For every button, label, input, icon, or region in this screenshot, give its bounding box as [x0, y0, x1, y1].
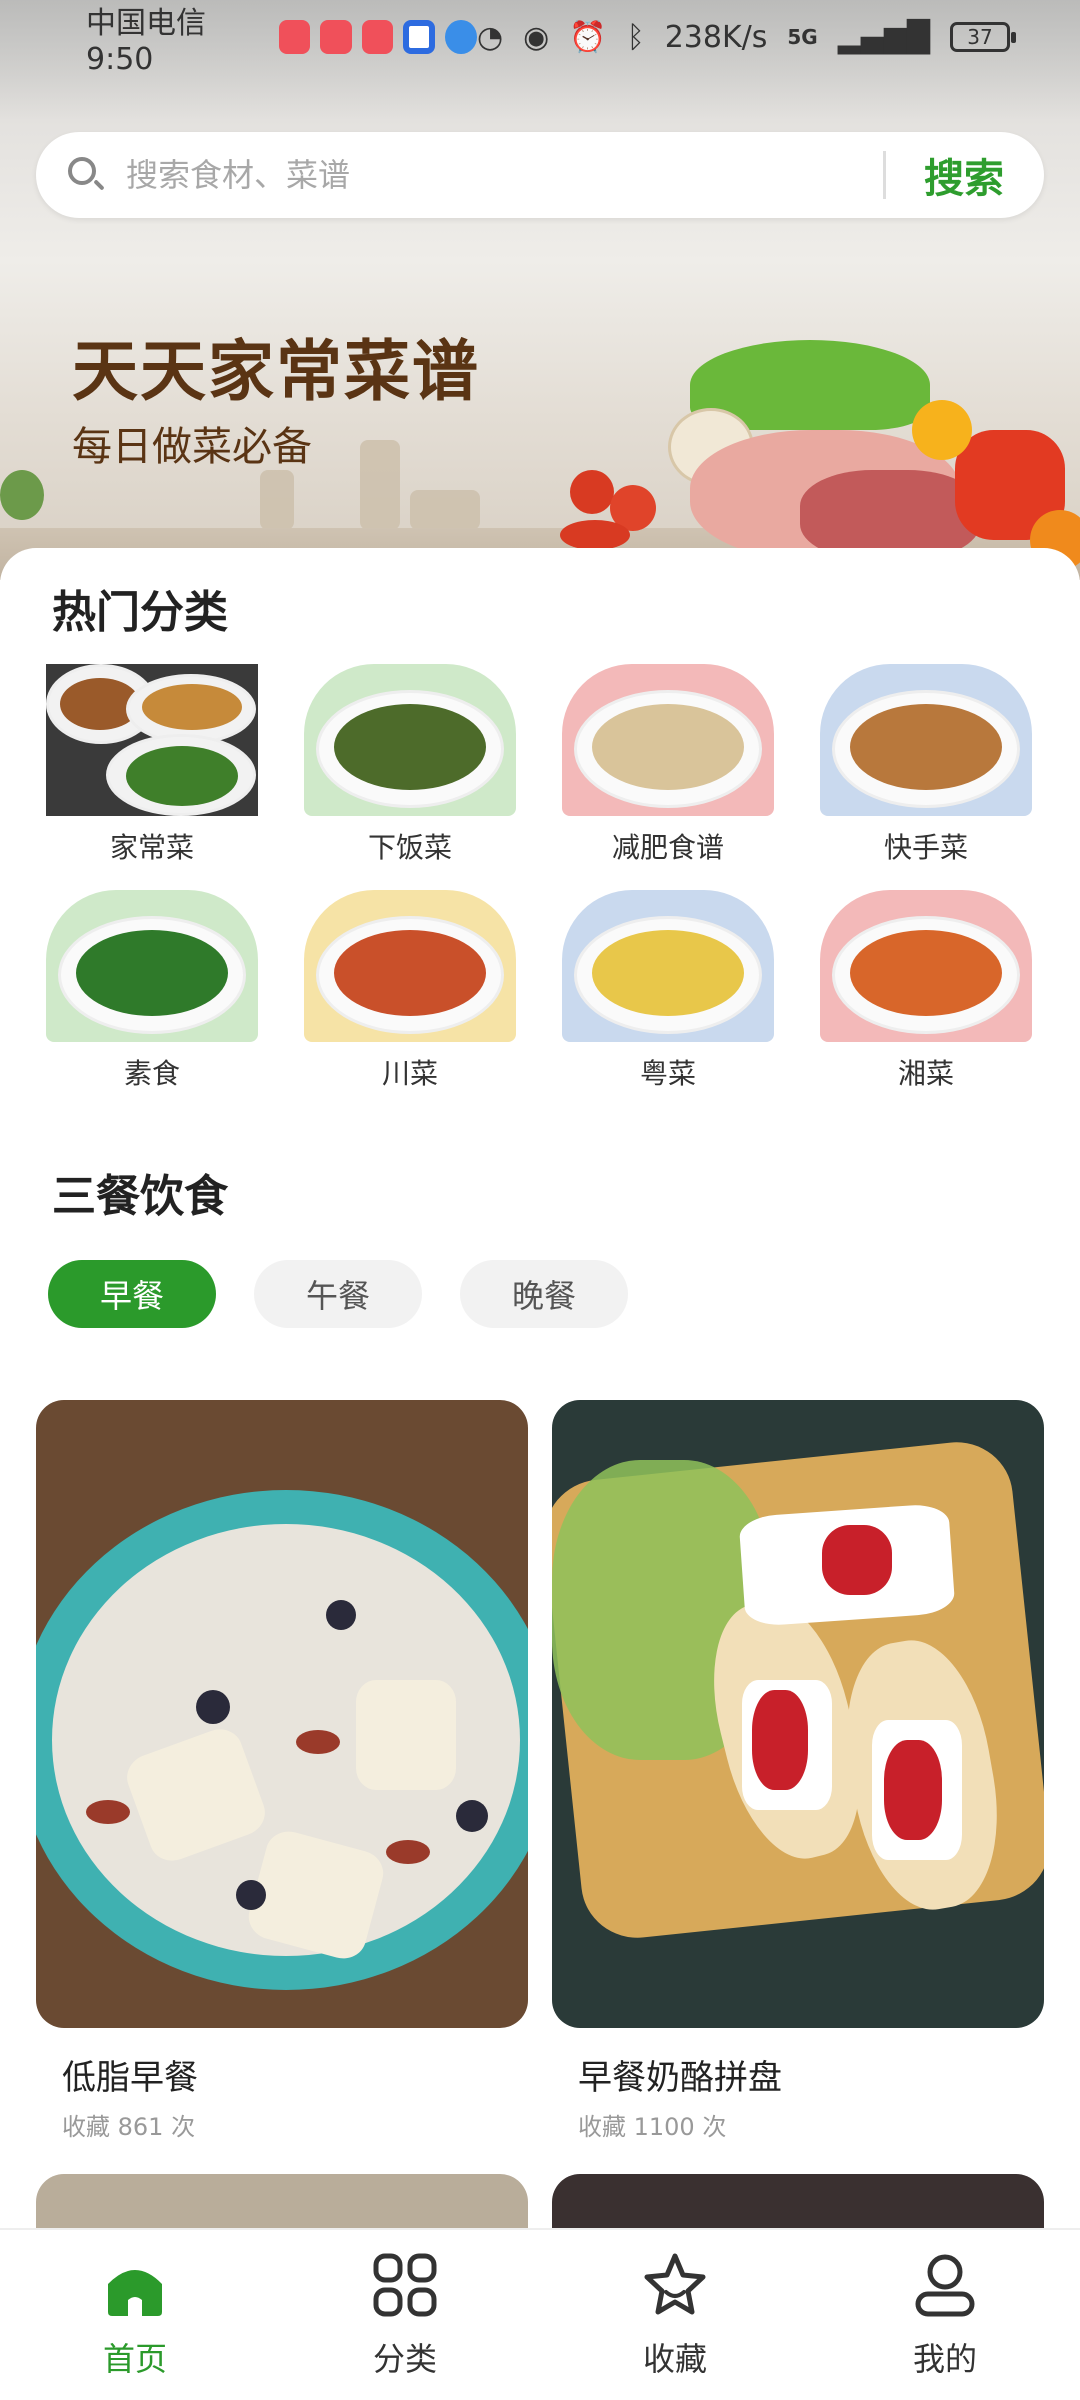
hot-categories-title: 热门分类 — [52, 587, 228, 638]
category-item[interactable]: 减肥食谱 — [562, 664, 774, 866]
category-label: 下饭菜 — [367, 831, 452, 864]
nav-label: 首页 — [102, 2340, 167, 2378]
category-label: 家常菜 — [109, 831, 194, 864]
nav-favorites[interactable]: 收藏 — [540, 2230, 810, 2400]
category-item[interactable]: 素食 — [46, 890, 258, 1092]
carrier-time: 中国电信 9:50 — [86, 5, 206, 77]
recipe-card-partial[interactable] — [552, 2174, 1044, 2228]
search-bar: 搜索 — [36, 132, 1044, 218]
network-speed: 238K/s — [664, 19, 768, 55]
category-item[interactable]: 川菜 — [304, 890, 516, 1092]
grid-icon — [373, 2253, 437, 2317]
category-image — [304, 890, 516, 1042]
meal-tabs: 早餐 午餐 晚餐 — [48, 1260, 628, 1328]
nav-label: 分类 — [372, 2340, 437, 2378]
tab-lunch[interactable]: 午餐 — [254, 1260, 422, 1328]
bottom-navigation: 首页 分类 收藏 我的 — [0, 2228, 1080, 2400]
search-divider — [883, 151, 886, 199]
app-notification-icon — [361, 20, 394, 54]
app-notification-icon — [320, 20, 352, 54]
star-icon — [644, 2253, 706, 2315]
search-button[interactable]: 搜索 — [924, 146, 1004, 204]
hero-banner: 中国电信 9:50 ◔ ◉ ⏰ ᛒ 238K/s 5G ▂▄▆█ 37 搜索 天… — [0, 0, 1080, 580]
home-icon — [108, 2270, 162, 2316]
recipe-favorites: 收藏 1100 次 — [578, 2113, 727, 2141]
user-icon — [915, 2254, 975, 2317]
category-image — [46, 664, 258, 816]
category-image — [820, 890, 1032, 1042]
hero-title: 天天家常菜谱 — [72, 333, 480, 410]
category-item[interactable]: 快手菜 — [820, 664, 1032, 866]
alarm-icon: ⏰ — [569, 19, 607, 55]
nav-profile[interactable]: 我的 — [810, 2230, 1080, 2400]
plant-image — [0, 470, 44, 520]
recipe-favorites: 收藏 861 次 — [62, 2113, 196, 2141]
nav-label: 收藏 — [642, 2340, 707, 2378]
bluetooth-icon: ᛒ — [626, 19, 645, 55]
speedometer-icon: ◔ — [476, 19, 504, 55]
status-bar: 中国电信 9:50 ◔ ◉ ⏰ ᛒ 238K/s 5G ▂▄▆█ 37 — [0, 0, 1080, 77]
category-image — [46, 890, 258, 1042]
tab-breakfast[interactable]: 早餐 — [48, 1260, 216, 1328]
category-label: 素食 — [123, 1057, 180, 1090]
recipe-card-partial[interactable] — [36, 2174, 528, 2228]
signal-label: 5G — [787, 25, 818, 49]
recipe-name: 低脂早餐 — [62, 2058, 198, 2098]
category-label: 川菜 — [381, 1057, 438, 1090]
category-item[interactable]: 粤菜 — [562, 890, 774, 1092]
recipe-card[interactable]: 低脂早餐 收藏 861 次 — [36, 1400, 528, 2142]
search-icon — [66, 155, 106, 195]
recipe-image — [36, 1400, 528, 2028]
search-input[interactable] — [126, 156, 865, 194]
app-notification-icon — [445, 20, 477, 54]
main-content: 热门分类 家常菜 下饭菜 减肥食谱 快手菜 素食 川菜 粤菜 湘菜 三餐饮食 早… — [0, 548, 1080, 2228]
shelf-bottle — [360, 440, 400, 530]
battery-icon: 37 — [950, 22, 1016, 52]
nav-label: 我的 — [912, 2340, 977, 2378]
app-notification-icon — [403, 20, 436, 54]
category-image — [562, 664, 774, 816]
meals-title: 三餐饮食 — [52, 1171, 228, 1222]
category-label: 湘菜 — [897, 1057, 954, 1090]
category-image — [304, 664, 516, 816]
category-label: 粤菜 — [639, 1057, 696, 1090]
category-image — [820, 664, 1032, 816]
category-label: 快手菜 — [883, 831, 968, 864]
eye-icon: ◉ — [523, 19, 550, 55]
recipe-card[interactable]: 早餐奶酪拼盘 收藏 1100 次 — [552, 1400, 1044, 2142]
category-item[interactable]: 家常菜 — [46, 664, 258, 866]
shelf-bowl — [410, 490, 480, 530]
category-image — [562, 890, 774, 1042]
category-label: 减肥食谱 — [611, 831, 724, 864]
shelf-jar — [260, 470, 294, 530]
signal-icon: ▂▄▆█ — [837, 19, 930, 55]
recipe-image — [552, 1400, 1044, 2028]
nav-categories[interactable]: 分类 — [270, 2230, 540, 2400]
category-grid: 家常菜 下饭菜 减肥食谱 快手菜 素食 川菜 粤菜 湘菜 — [46, 664, 1036, 1092]
hero-subtitle: 每日做菜必备 — [72, 424, 312, 470]
category-item[interactable]: 湘菜 — [820, 890, 1032, 1092]
recipe-name: 早餐奶酪拼盘 — [578, 2058, 782, 2098]
app-notification-icon — [278, 20, 311, 54]
tab-dinner[interactable]: 晚餐 — [460, 1260, 628, 1328]
nav-home[interactable]: 首页 — [0, 2230, 270, 2400]
battery-level: 37 — [967, 25, 993, 49]
category-item[interactable]: 下饭菜 — [304, 664, 516, 866]
